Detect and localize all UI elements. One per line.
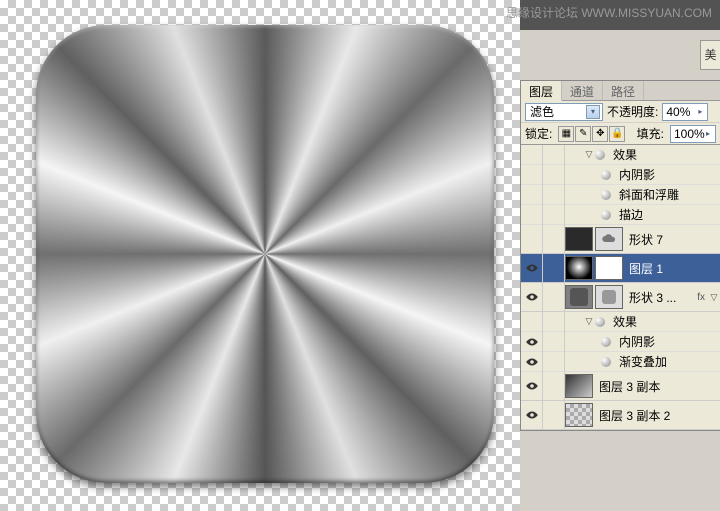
layer-name: 形状 3 ... bbox=[625, 289, 694, 306]
right-column: 美 图层 通道 路径 滤色 ▾ 不透明度: 40% ▸ 锁定: ▦ ✎ ✥ 🔒 bbox=[520, 0, 720, 511]
eye-icon bbox=[525, 410, 539, 420]
lock-all-icon[interactable]: 🔒 bbox=[609, 126, 625, 142]
fill-value: 100% bbox=[674, 127, 705, 141]
fx-label: 内阴影 bbox=[615, 166, 720, 183]
lock-label: 锁定: bbox=[525, 125, 552, 142]
eye-icon bbox=[525, 292, 539, 302]
layer-name: 图层 3 副本 2 bbox=[595, 407, 720, 424]
tab-layers[interactable]: 图层 bbox=[521, 81, 562, 101]
fx-dot-icon bbox=[601, 357, 611, 367]
lock-pixels-icon[interactable]: ✎ bbox=[575, 126, 591, 142]
lock-transparency-icon[interactable]: ▦ bbox=[558, 126, 574, 142]
layers-panel: 图层 通道 路径 滤色 ▾ 不透明度: 40% ▸ 锁定: ▦ ✎ ✥ 🔒 填充… bbox=[520, 80, 720, 431]
lock-position-icon[interactable]: ✥ bbox=[592, 126, 608, 142]
fx-dot-icon bbox=[601, 170, 611, 180]
layer-layer3copy[interactable]: 图层 3 副本 bbox=[521, 372, 720, 401]
vector-mask-thumbnail bbox=[595, 285, 623, 309]
eye-icon bbox=[525, 263, 539, 273]
lock-row: 锁定: ▦ ✎ ✥ 🔒 填充: 100% ▸ bbox=[521, 123, 720, 145]
tab-paths[interactable]: 路径 bbox=[603, 81, 644, 100]
twist-icon[interactable]: ▽ bbox=[583, 149, 595, 160]
visibility-toggle[interactable] bbox=[521, 401, 543, 429]
layer-list: ▽ 效果 内阴影 斜面和浮雕 描边 bbox=[521, 145, 720, 430]
eye-icon bbox=[525, 337, 539, 347]
fx-dot-icon bbox=[601, 190, 611, 200]
cloud-icon bbox=[600, 233, 618, 245]
eye-icon bbox=[525, 357, 539, 367]
fx-label: 斜面和浮雕 bbox=[615, 186, 720, 203]
visibility-toggle[interactable] bbox=[521, 372, 543, 400]
cutoff-button[interactable]: 美 bbox=[700, 40, 720, 70]
vector-mask-thumbnail bbox=[595, 227, 623, 251]
lock-buttons: ▦ ✎ ✥ 🔒 bbox=[558, 126, 625, 142]
opacity-value: 40% bbox=[666, 105, 690, 119]
chevron-right-icon: ▸ bbox=[694, 105, 706, 119]
watermark-text: 思缘设计论坛 WWW.MISSYUAN.COM bbox=[506, 4, 712, 21]
layer-name: 图层 1 bbox=[625, 260, 720, 277]
layer-layer1[interactable]: 图层 1 bbox=[521, 254, 720, 283]
blend-mode-select[interactable]: 滤色 ▾ bbox=[525, 103, 603, 121]
layer-layer3copy2[interactable]: 图层 3 副本 2 bbox=[521, 401, 720, 430]
layer-thumbnail bbox=[565, 227, 593, 251]
eye-icon bbox=[525, 381, 539, 391]
layer-thumbnail bbox=[565, 403, 593, 427]
blend-mode-value: 滤色 bbox=[530, 103, 554, 120]
fx-label: 渐变叠加 bbox=[615, 353, 720, 370]
fx-grad-overlay-row[interactable]: 渐变叠加 bbox=[521, 352, 720, 372]
fx-dot-icon bbox=[601, 210, 611, 220]
twist-icon[interactable]: ▽ bbox=[583, 316, 595, 327]
layer-name: 图层 3 副本 bbox=[595, 378, 720, 395]
twist-icon[interactable]: ▽ bbox=[708, 292, 720, 303]
opacity-label: 不透明度: bbox=[607, 103, 658, 120]
metal-icon-artwork bbox=[36, 25, 494, 483]
fx-dot-icon bbox=[601, 337, 611, 347]
layer-thumbnail bbox=[565, 256, 593, 280]
fx-badge: fx bbox=[694, 292, 708, 303]
chevron-right-icon: ▸ bbox=[702, 127, 714, 141]
opacity-input[interactable]: 40% ▸ bbox=[662, 103, 708, 121]
fx-label: 效果 bbox=[609, 146, 720, 163]
visibility-toggle[interactable] bbox=[521, 254, 543, 282]
fx-dot-icon bbox=[595, 317, 605, 327]
fx-label: 效果 bbox=[609, 313, 720, 330]
fill-label: 填充: bbox=[637, 125, 664, 142]
blend-row: 滤色 ▾ 不透明度: 40% ▸ bbox=[521, 101, 720, 123]
visibility-empty[interactable] bbox=[521, 225, 543, 253]
layer-name: 形状 7 bbox=[625, 231, 720, 248]
fx-stroke-row[interactable]: 描边 bbox=[521, 205, 720, 225]
fx-dot-icon bbox=[595, 150, 605, 160]
layer-mask-thumbnail bbox=[595, 256, 623, 280]
chevron-down-icon: ▾ bbox=[586, 105, 600, 119]
panel-tabs: 图层 通道 路径 bbox=[521, 81, 720, 101]
fx-label: 描边 bbox=[615, 206, 720, 223]
layer-shape7[interactable]: 形状 7 bbox=[521, 225, 720, 254]
layer-thumbnail bbox=[565, 285, 593, 309]
layer-thumbnail bbox=[565, 374, 593, 398]
tab-channels[interactable]: 通道 bbox=[562, 81, 603, 100]
fx-label: 内阴影 bbox=[615, 333, 720, 350]
canvas[interactable] bbox=[0, 0, 520, 511]
fill-input[interactable]: 100% ▸ bbox=[670, 125, 716, 143]
